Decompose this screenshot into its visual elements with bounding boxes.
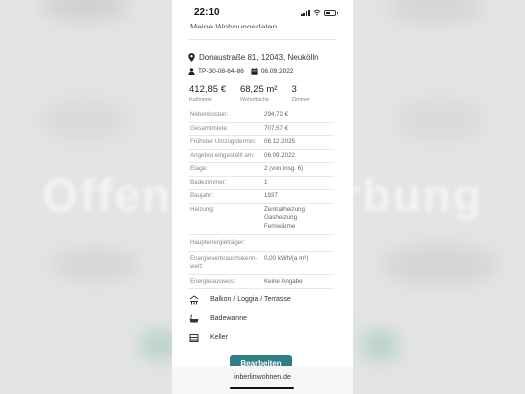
cellar-icon [189,333,199,342]
url-field[interactable]: inberlinwohnen.de [172,374,353,381]
key-figures: 412,85 € Kaltmiete 68,25 m² Wohnfläche 3… [189,84,324,103]
feature-label: Balkon / Loggia / Terrasse [210,296,291,303]
detail-value: Zentralheizung Gasheizung Fernwärme [264,205,305,230]
detail-label: Hauptenergieträger: [190,239,246,246]
status-time: 22:10 [194,7,220,18]
wifi-icon [313,9,321,16]
kpi-label: Kaltmiete [189,97,212,103]
detail-value: 1937 [264,192,278,199]
bathtub-icon [189,314,199,322]
detail-label: Energieausweis: [190,277,236,285]
feature-balcony: Balkon / Loggia / Terrasse [189,290,291,309]
detail-label: Heizung: [190,205,215,213]
feature-cellar: Keller [189,328,291,347]
detail-label: Badezimmer: [190,178,227,186]
detail-row: Baujahr: 1937 [188,190,334,204]
detail-row: Energieausweis: Keine Angabe [188,275,334,289]
detail-label: Gesamtmiete: [190,124,229,132]
detail-row: Etage: 2 (von insg. 6) [188,163,334,177]
detail-row: Nebenkosten: 294,72 € [188,109,334,123]
detail-value: 294,72 € [264,111,289,118]
kpi-value: 412,85 € [189,84,226,95]
detail-label: Energieverbrauchskenn- wert: [190,254,258,271]
detail-label: Nebenkosten: [190,111,229,118]
feature-label: Keller [210,334,228,341]
phone-screen: 22:10 Meine Wohnungsdaten Donaustraße 81… [172,0,353,394]
listing-id: TP-30-08-64-86 [198,68,244,75]
detail-row: Energieverbrauchskenn- wert: 0,00 kWh/(a … [188,252,334,275]
detail-value: Keine Angabe [264,277,303,285]
detail-row: Heizung: Zentralheizung Gasheizung Fernwä… [188,204,334,235]
detail-value: 0,00 kWh/(a m²) [264,254,309,262]
details-table: Nebenkosten: 294,72 € Gesamtmiete: 707,57 … [188,109,334,289]
detail-row: Hauptenergieträger: [188,235,334,252]
divider [188,39,336,40]
kpi-rent: 412,85 € Kaltmiete [189,84,226,103]
kpi-area: 68,25 m² Wohnfläche [240,84,278,103]
listing-meta: TP-30-08-64-86 06.09.2022 [188,68,300,75]
battery-icon [324,10,336,16]
kpi-label: Zimmer [291,97,311,103]
detail-value: 1 [264,178,268,186]
detail-row: Frühster Umzugstermin: 06.12.2025 [188,136,334,150]
calendar-icon [251,68,258,75]
detail-value: 2 (von insg. 6) [264,165,304,172]
detail-value: 06.09.2022 [264,151,295,159]
section-title: Meine Wohnungsdaten [190,22,278,28]
address-line: Donaustraße 81, 12043, Neukölln [188,53,319,62]
kpi-rooms: 3 Zimmer [291,84,310,103]
kpi-value: 3 [291,84,297,95]
detail-row: Angebot eingestellt am: 06.09.2022 [188,150,334,163]
detail-row: Badezimmer: 1 [188,177,334,190]
detail-row: Gesamtmiete: 707,57 € [188,123,334,136]
kpi-value: 68,25 m² [239,84,278,95]
person-icon [188,68,195,75]
detail-label: Baujahr: [190,192,214,199]
detail-label: Angebot eingestellt am: [190,151,255,159]
cellular-signal-icon [301,10,310,16]
feature-bathtub: Badewanne [189,309,291,328]
balcony-icon [189,294,199,304]
address-text: Donaustraße 81, 12043, Neukölln [199,53,319,62]
feature-label: Badewanne [210,315,247,322]
browser-bar: inberlinwohnen.de [172,366,353,394]
detail-label: Frühster Umzugstermin: [190,138,257,145]
listing-date: 06.09.2022 [260,68,294,75]
features-list: Balkon / Loggia / Terrasse Badewanne Kel… [189,290,291,347]
home-indicator[interactable] [230,387,294,389]
detail-value [264,239,334,248]
detail-value: 707,57 € [264,124,289,132]
detail-value: 06.12.2025 [264,138,295,145]
kpi-label: Wohnfläche [239,97,269,103]
detail-label: Etage: [190,165,208,172]
location-pin-icon [188,53,195,62]
